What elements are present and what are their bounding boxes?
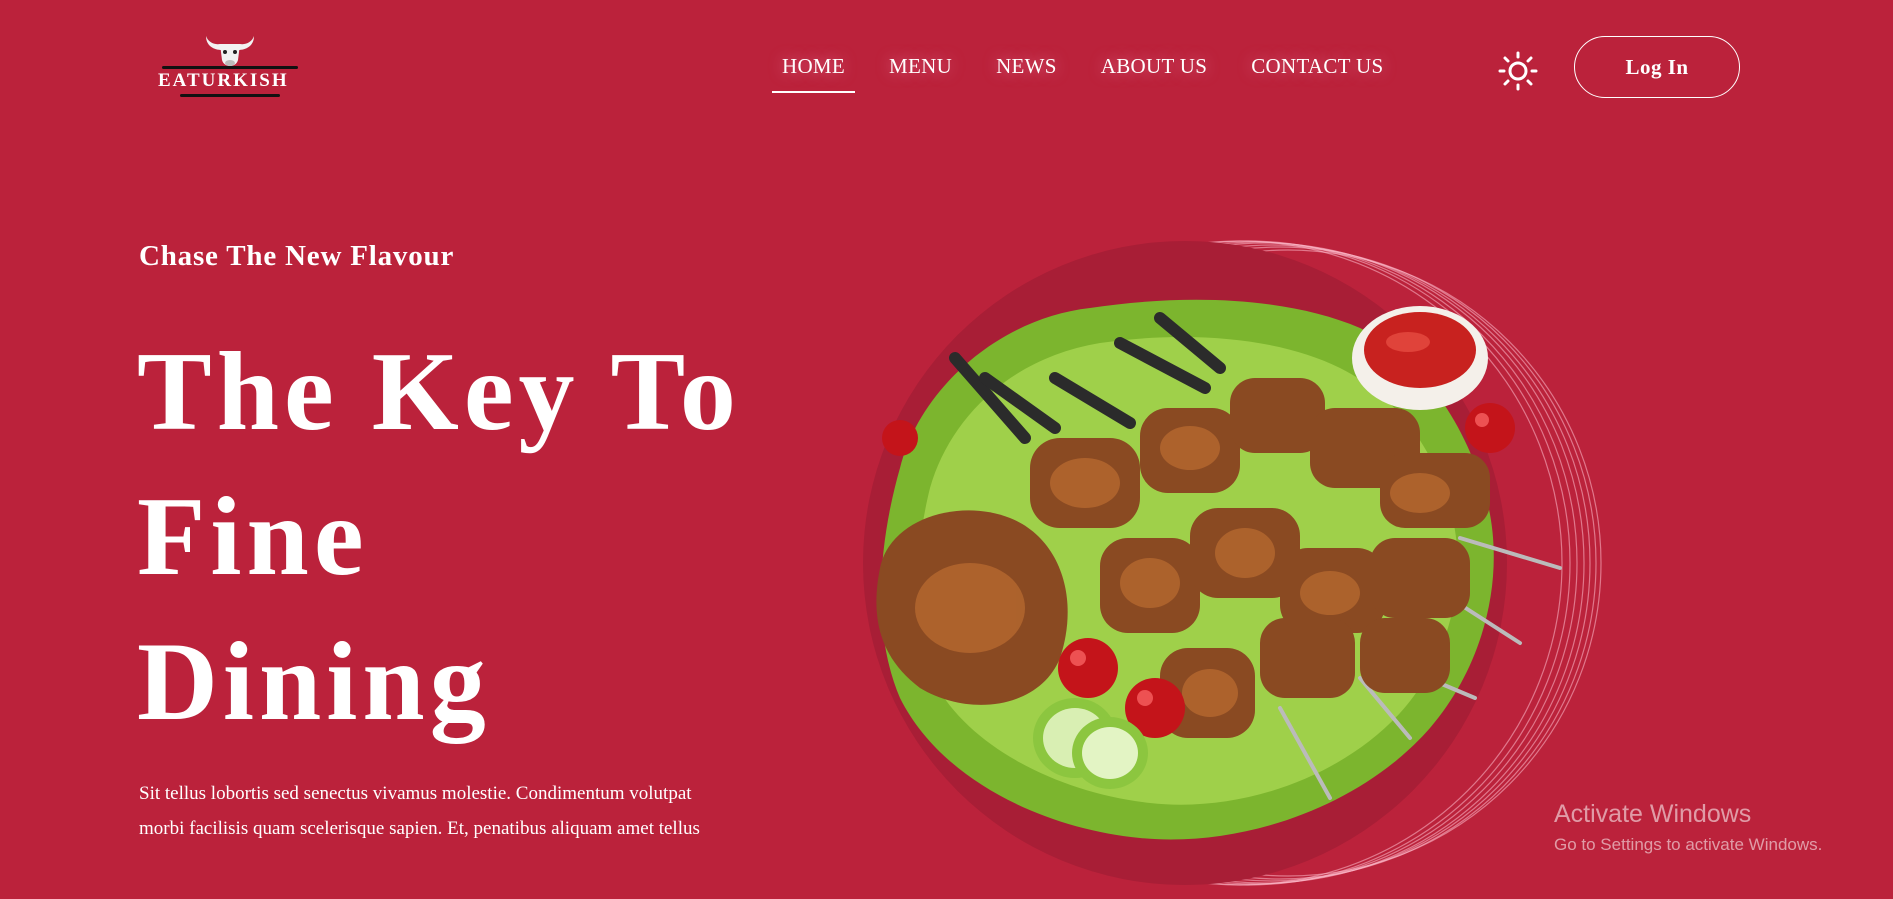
nav-home[interactable]: HOME: [760, 52, 867, 93]
hero-tagline: Chase The New Flavour: [139, 240, 455, 272]
brand-logo[interactable]: EATURKISH: [150, 30, 310, 102]
nav-about-us[interactable]: ABOUT US: [1079, 52, 1229, 93]
nav-contact-us[interactable]: CONTACT US: [1229, 52, 1405, 93]
watermark-subtitle: Go to Settings to activate Windows.: [1554, 835, 1823, 854]
hero-title: The Key To Fine Dining: [137, 320, 817, 755]
food-platter-image: [860, 238, 1660, 899]
hero-title-line: Fine: [137, 475, 369, 599]
login-button[interactable]: Log In: [1574, 36, 1740, 98]
logo-underline-bottom: [180, 94, 280, 97]
hero-description: Sit tellus lobortis sed senectus vivamus…: [139, 783, 700, 839]
hero-title-line: The Key To: [137, 330, 741, 454]
main-nav: HOME MENU NEWS ABOUT US CONTACT US: [760, 52, 1405, 93]
theme-toggle-button[interactable]: [1498, 51, 1538, 91]
watermark-title: Activate Windows: [1554, 800, 1752, 828]
brand-name: EATURKISH: [158, 70, 289, 91]
hero-title-line: Dining: [137, 620, 491, 744]
nav-menu[interactable]: MENU: [867, 52, 974, 93]
logo-underline-top: [162, 66, 298, 69]
activate-windows-watermark: Activate Windows Go to Settings to activ…: [1554, 800, 1822, 855]
sun-icon: [1498, 51, 1538, 91]
nav-news[interactable]: NEWS: [974, 52, 1079, 93]
